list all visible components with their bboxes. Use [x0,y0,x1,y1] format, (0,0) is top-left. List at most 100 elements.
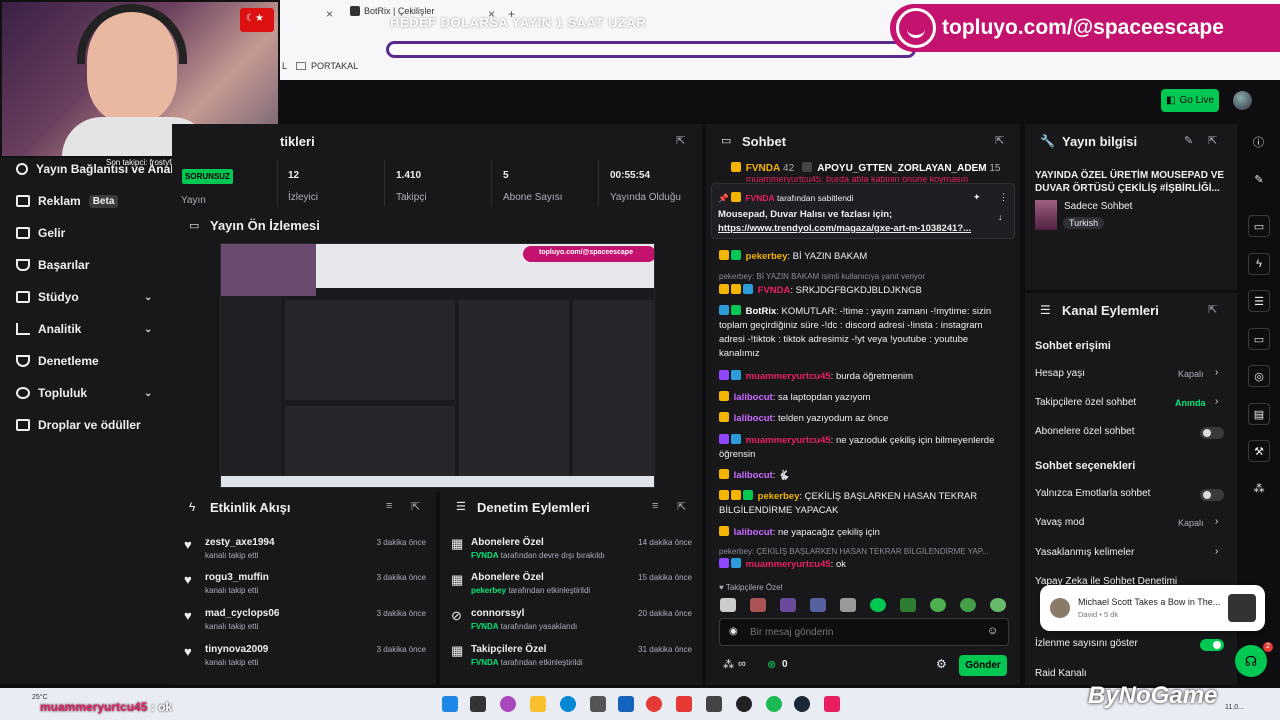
viewer-count-toggle[interactable] [1200,639,1224,651]
subs-only-toggle[interactable] [1200,427,1224,439]
popout-icon[interactable]: ⇱ [1208,134,1217,147]
youtube-icon[interactable] [676,696,692,712]
file-explorer-icon[interactable] [530,696,546,712]
chat-user[interactable]: BotRix [746,306,777,317]
user-avatar[interactable] [1233,91,1252,110]
sidebar-item-revenue[interactable]: Gelir [16,226,65,240]
emote-icon[interactable] [720,598,736,612]
category-thumbnail[interactable] [1035,200,1057,230]
sidebar-item-analytics[interactable]: Analitik ⌄ [16,322,152,336]
edge-icon[interactable] [560,696,576,712]
sidebar-item-studio[interactable]: Stüdyo ⌄ [16,290,152,304]
slow-mode-label[interactable]: Yavaş mod [1035,517,1084,528]
spotify-icon[interactable] [766,696,782,712]
chevron-right-icon[interactable]: › [1215,396,1218,407]
chevron-right-icon[interactable]: › [1215,367,1218,378]
outlook-icon[interactable] [618,696,634,712]
info-icon[interactable]: ⓘ [1253,134,1264,150]
event-user[interactable]: tinynova2009 [205,644,268,655]
stream-preview-video[interactable]: topluyo.com/@spaceescape [220,243,655,488]
chat-user[interactable]: lalibocut [734,470,773,481]
emote-icon[interactable] [960,598,976,612]
chat-user[interactable]: muammeryurtcu45 [746,559,831,570]
chat-user[interactable]: pekerbey [746,251,788,262]
emote-icon[interactable] [780,598,796,612]
mod-title[interactable]: connorssyl [471,608,524,619]
popout-icon[interactable]: ⇱ [995,134,1004,147]
chat-settings-gear-icon[interactable]: ⚙ [936,657,947,671]
store-icon[interactable] [590,696,606,712]
list-icon[interactable]: ☰ [1248,290,1270,312]
category-name[interactable]: Sadece Sohbet [1064,201,1132,212]
pinned-link[interactable]: https://www.trendyol.com/magaza/gxe-art-… [718,223,971,234]
chat-user[interactable]: muammeryurtcu45 [746,371,831,382]
moderation-icon[interactable]: ▤ [1248,403,1270,425]
popout-icon[interactable]: ⇱ [677,500,686,513]
event-user[interactable]: rogu3_muffin [205,572,269,583]
copilot-icon[interactable] [500,696,516,712]
steam-icon[interactable] [794,696,810,712]
more-options-icon[interactable]: ⋮ [999,192,1008,203]
sidebar-item-achievements[interactable]: Başarılar [16,258,89,272]
mod-actor[interactable]: pekerbey [471,586,506,595]
edit-icon[interactable]: ✎ [1248,168,1270,190]
sidebar-item-community[interactable]: Topluluk ⌄ [16,386,152,400]
bookmark-portakal[interactable]: PORTAKAL [296,61,358,71]
go-live-button[interactable]: ◧ Go Live [1161,89,1219,112]
emote-icon[interactable] [750,598,766,612]
popout-icon[interactable]: ⇱ [1208,303,1217,316]
popout-icon[interactable]: ⇱ [411,500,420,513]
close-tab-icon[interactable]: × [326,7,333,21]
task-view-icon[interactable] [470,696,486,712]
popout-icon[interactable]: ⇱ [676,134,685,147]
sidebar-item-drops[interactable]: Droplar ve ödüller [16,418,141,432]
emoji-picker-icon[interactable]: ☺ [987,625,998,637]
bolt-icon[interactable]: ϟ [1248,253,1270,275]
pinned-by-user[interactable]: FVNDA [745,193,774,203]
tools-icon[interactable]: ⚒ [1248,440,1270,462]
emote-only-toggle[interactable] [1200,489,1224,501]
sidebar-item-ads[interactable]: Reklam Beta [16,194,119,208]
app-icon[interactable] [824,696,840,712]
collapse-icon[interactable]: ↓ [998,212,1003,222]
chat-user[interactable]: muammeryurtcu45 [746,435,831,446]
mod-actor[interactable]: FVNDA [471,658,499,667]
filter-icon[interactable]: ≡ [386,500,392,512]
unpin-icon[interactable]: ✦ [973,192,981,203]
send-chat-button[interactable]: Gönder [959,655,1007,676]
emote-icon[interactable] [870,598,886,612]
leaderboard-user[interactable]: APOYU_GTTEN_ZORLAYAN_ADEM [817,163,986,174]
emote-icon[interactable] [930,598,946,612]
emote-icon[interactable] [840,598,856,612]
edit-pencil-icon[interactable]: ✎ [1184,134,1193,147]
emote-icon[interactable] [990,598,1006,612]
chat-user[interactable]: lalibocut [734,527,773,538]
broadcast-icon[interactable]: ◎ [1248,365,1270,387]
emote-icon[interactable] [900,598,916,612]
chrome-icon[interactable] [646,696,662,712]
mod-actor[interactable]: FVNDA [471,551,499,560]
chat-user[interactable]: lalibocut [734,413,773,424]
app-icon[interactable] [706,696,722,712]
chevron-right-icon[interactable]: › [1215,516,1218,527]
chevron-right-icon[interactable]: › [1215,546,1218,557]
bookmark-item[interactable]: L [282,61,287,71]
filter-icon[interactable]: ≡ [652,500,658,512]
help-headset-button[interactable]: ☊ [1235,645,1267,677]
banned-words-label[interactable]: Yasaklanmış kelimeler [1035,547,1134,558]
chat-icon[interactable]: ▭ [1248,328,1270,350]
drops-icon[interactable]: ⁂ [1248,477,1270,499]
account-age-label[interactable]: Hesap yaşı [1035,368,1085,379]
event-user[interactable]: zesty_axe1994 [205,537,275,548]
leaderboard-user[interactable]: FVNDA [746,163,780,174]
event-user[interactable]: mad_cyclops06 [205,608,280,619]
layout-icon[interactable]: ▭ [1248,215,1270,237]
raid-channel-label[interactable]: Raid Kanalı [1035,668,1087,679]
chat-user[interactable]: pekerbey [758,491,800,502]
chat-user[interactable]: lalibocut [734,392,773,403]
emote-icon[interactable] [810,598,826,612]
language-tag[interactable]: Turkish [1063,217,1105,229]
start-icon[interactable] [442,696,458,712]
chat-input[interactable] [719,618,1009,646]
chat-user[interactable]: FVNDA [758,285,791,296]
